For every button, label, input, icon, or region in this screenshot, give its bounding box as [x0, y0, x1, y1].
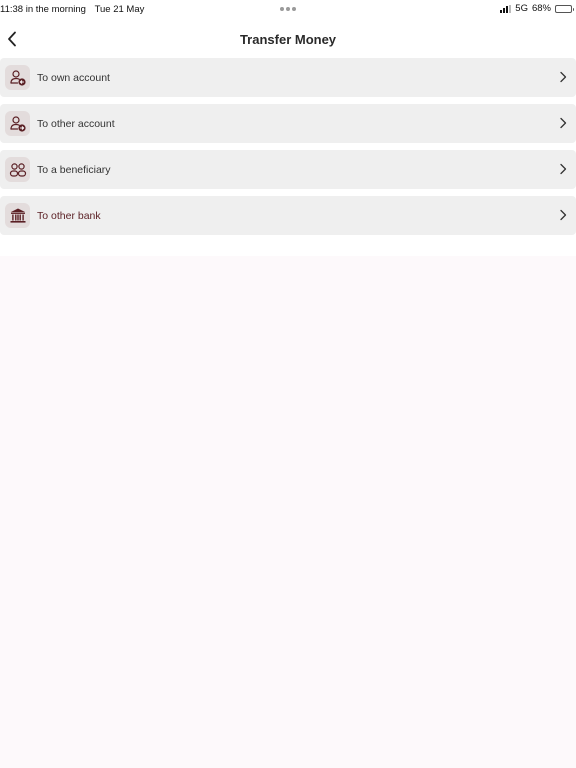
- empty-content-area: [0, 256, 576, 768]
- option-label: To other account: [37, 118, 115, 130]
- option-other-account[interactable]: To other account: [0, 104, 576, 143]
- users-icon: [9, 162, 26, 177]
- option-other-bank[interactable]: To other bank: [0, 196, 576, 235]
- signal-icon: [500, 4, 512, 13]
- chevron-right-icon: [560, 209, 567, 221]
- status-indicators: 5G 68%: [500, 3, 574, 14]
- option-icon-bg: [5, 65, 30, 90]
- chevron-right-icon: [560, 117, 567, 129]
- user-arrow-in-icon: [9, 69, 26, 86]
- option-label: To other bank: [37, 210, 101, 222]
- battery-icon: [555, 4, 574, 13]
- status-time: 11:38 in the morning: [0, 4, 86, 15]
- option-label: To a beneficiary: [37, 164, 111, 176]
- option-beneficiary[interactable]: To a beneficiary: [0, 150, 576, 189]
- bank-icon: [10, 208, 25, 223]
- option-icon-bg: [5, 111, 30, 136]
- option-icon-bg: [5, 157, 30, 182]
- option-label: To own account: [37, 72, 110, 84]
- multitasking-dots-icon[interactable]: [280, 7, 296, 11]
- option-icon-bg: [5, 203, 30, 228]
- page-title: Transfer Money: [239, 32, 337, 47]
- header: Transfer Money: [0, 22, 576, 56]
- chevron-right-icon: [560, 163, 567, 175]
- user-arrow-out-icon: [9, 115, 26, 132]
- network-type: 5G: [515, 3, 528, 14]
- status-date: Tue 21 May: [94, 4, 145, 15]
- status-bar: 11:38 in the morning Tue 21 May 5G 68%: [0, 0, 576, 18]
- chevron-right-icon: [560, 71, 567, 83]
- option-own-account[interactable]: To own account: [0, 58, 576, 97]
- battery-percent: 68%: [531, 3, 551, 14]
- status-time-date: 11:38 in the morning Tue 21 May: [0, 4, 144, 15]
